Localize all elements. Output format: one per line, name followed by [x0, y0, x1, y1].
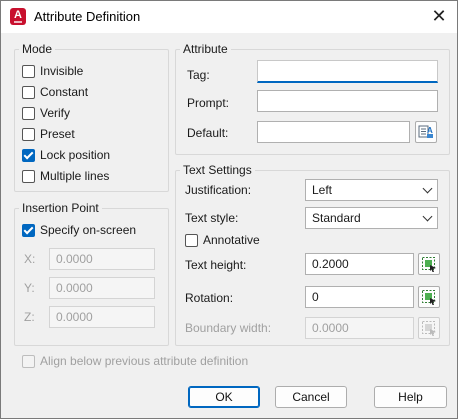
- pick-point-icon: [422, 257, 436, 272]
- title-bar: A Attribute Definition ✕: [1, 1, 457, 33]
- checkbox-label: Align below previous attribute definitio…: [40, 354, 249, 368]
- checkbox-box: [22, 169, 35, 183]
- checkbox-box: [22, 85, 35, 99]
- help-button[interactable]: Help: [374, 386, 447, 408]
- align-below-checkbox[interactable]: Align below previous attribute definitio…: [22, 353, 248, 369]
- insert-field-icon: A: [418, 125, 433, 138]
- close-icon[interactable]: ✕: [427, 5, 451, 29]
- attribute-group-label: Attribute: [180, 42, 231, 56]
- multiple-lines-checkbox[interactable]: Multiple lines: [22, 168, 109, 184]
- checkbox-label: Verify: [40, 106, 71, 120]
- checkbox-box: [22, 127, 35, 141]
- checkbox-box: [22, 106, 35, 120]
- checkbox-label: Invisible: [40, 64, 84, 78]
- checkbox-label: Specify on-screen: [40, 223, 137, 237]
- chevron-down-icon: [422, 183, 433, 194]
- checkbox-box: [22, 64, 35, 78]
- preset-checkbox[interactable]: Preset: [22, 126, 75, 142]
- mode-group-label: Mode: [19, 42, 56, 56]
- dialog-title: Attribute Definition: [34, 9, 141, 24]
- invisible-checkbox[interactable]: Invisible: [22, 63, 83, 79]
- x-coordinate-field[interactable]: 0.0000: [49, 248, 155, 270]
- pick-point-icon: [422, 290, 436, 305]
- default-label: Default:: [187, 126, 229, 140]
- text-height-label: Text height:: [185, 258, 247, 272]
- checkbox-box-checked: [22, 223, 35, 237]
- justification-dropdown[interactable]: Left: [305, 179, 438, 201]
- checkbox-box-checked: [22, 148, 35, 162]
- y-coordinate-field[interactable]: 0.0000: [49, 277, 155, 299]
- pick-boundary-button[interactable]: [418, 317, 440, 339]
- lock-position-checkbox[interactable]: Lock position: [22, 147, 110, 163]
- prompt-label: Prompt:: [187, 96, 230, 110]
- checkbox-label: Lock position: [40, 148, 111, 162]
- text-style-label: Text style:: [185, 211, 239, 225]
- text-height-input[interactable]: 0.2000: [305, 253, 414, 275]
- x-label: X:: [24, 252, 36, 266]
- ok-button[interactable]: OK: [188, 386, 260, 408]
- insertion-point-group-label: Insertion Point: [19, 201, 102, 215]
- tag-label: Tag:: [187, 68, 210, 82]
- autocad-app-icon: A: [10, 8, 26, 25]
- checkbox-label: Multiple lines: [40, 169, 110, 183]
- default-input[interactable]: [257, 121, 410, 143]
- text-style-dropdown[interactable]: Standard: [305, 207, 438, 229]
- checkbox-label: Preset: [40, 127, 75, 141]
- tag-input[interactable]: [257, 60, 438, 83]
- pick-rotation-button[interactable]: [418, 286, 440, 308]
- attribute-definition-dialog: A Attribute Definition ✕ Mode Invisible …: [0, 0, 458, 419]
- constant-checkbox[interactable]: Constant: [22, 84, 88, 100]
- pick-point-icon: [422, 321, 436, 336]
- justification-value: Left: [312, 183, 333, 197]
- rotation-label: Rotation:: [185, 291, 234, 305]
- text-settings-group-label: Text Settings: [180, 163, 255, 177]
- checkbox-label: Annotative: [203, 233, 260, 247]
- z-coordinate-field[interactable]: 0.0000: [49, 306, 155, 328]
- annotative-checkbox[interactable]: Annotative: [185, 232, 260, 248]
- rotation-input[interactable]: 0: [305, 286, 414, 308]
- boundary-width-input[interactable]: 0.0000: [305, 317, 414, 339]
- y-label: Y:: [24, 281, 35, 295]
- checkbox-label: Constant: [40, 85, 89, 99]
- text-style-value: Standard: [312, 211, 361, 225]
- svg-text:A: A: [427, 126, 433, 135]
- checkbox-box: [22, 354, 35, 368]
- prompt-input[interactable]: [257, 90, 438, 112]
- chevron-down-icon: [422, 211, 433, 222]
- pick-height-button[interactable]: [418, 253, 440, 275]
- insert-field-button[interactable]: A: [415, 121, 437, 143]
- specify-on-screen-checkbox[interactable]: Specify on-screen: [22, 222, 136, 238]
- boundary-width-label: Boundary width:: [185, 321, 272, 335]
- z-label: Z:: [24, 310, 35, 324]
- verify-checkbox[interactable]: Verify: [22, 105, 70, 121]
- cancel-button[interactable]: Cancel: [275, 386, 347, 408]
- checkbox-box: [185, 233, 198, 247]
- justification-label: Justification:: [185, 183, 252, 197]
